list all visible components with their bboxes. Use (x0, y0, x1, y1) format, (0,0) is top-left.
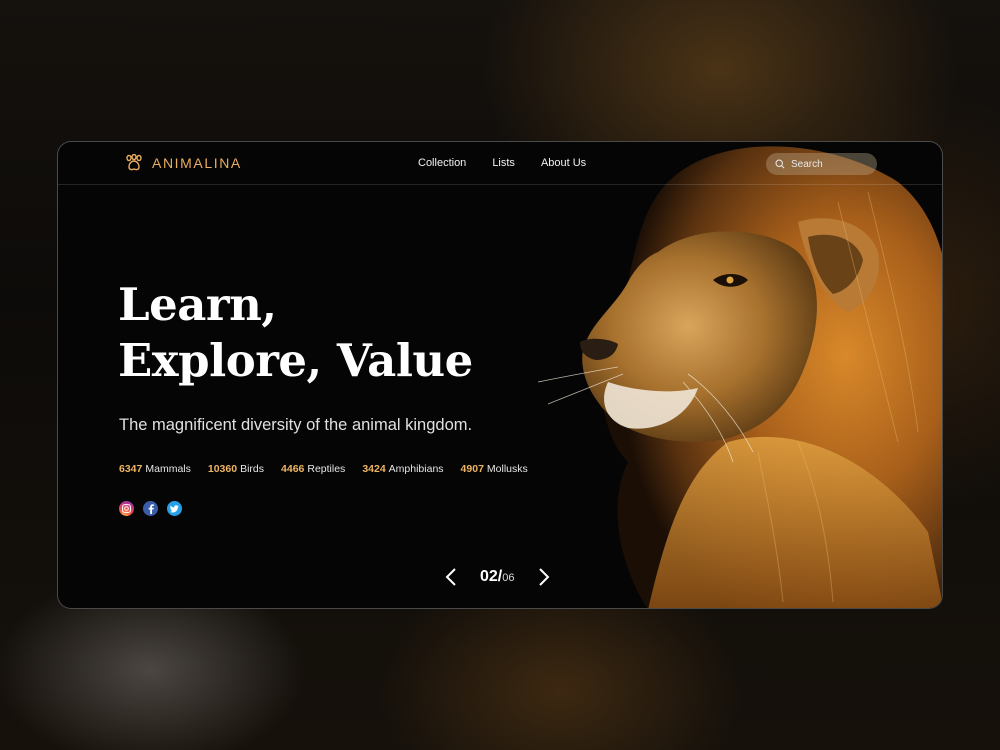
slide-counter: 02/06 (480, 568, 515, 586)
stat-count: 4907 (460, 463, 484, 475)
lion-image (537, 146, 942, 608)
stat-birds: 10360 Birds (208, 463, 264, 475)
nav-about-us[interactable]: About Us (541, 157, 586, 169)
top-navbar: ANIMALINA Collection Lists About Us (58, 142, 942, 185)
stat-label: Amphibians (388, 463, 444, 475)
paw-icon (126, 154, 142, 171)
stat-count: 3424 (362, 463, 386, 475)
stat-label: Mammals (145, 463, 191, 475)
hero-card: ANIMALINA Collection Lists About Us Lear… (57, 141, 943, 609)
slide-pager: 02/06 (444, 566, 551, 588)
nav-lists[interactable]: Lists (492, 157, 515, 169)
stat-label: Mollusks (486, 463, 528, 475)
nav-collection[interactable]: Collection (418, 157, 466, 169)
social-links (119, 501, 182, 516)
slide-current: 02/ (480, 568, 503, 585)
search-box[interactable] (766, 153, 877, 175)
search-icon (775, 159, 785, 169)
twitter-icon[interactable] (167, 501, 182, 516)
stat-reptiles: 4466 Reptiles (281, 463, 345, 475)
stat-count: 6347 (119, 463, 143, 475)
species-stats: 6347 Mammals 10360 Birds 4466 Reptiles 3424… (119, 463, 528, 475)
stat-count: 4466 (281, 463, 305, 475)
brand-logo[interactable]: ANIMALINA (124, 154, 242, 172)
headline-line-1: Learn, (118, 278, 277, 331)
instagram-icon[interactable] (119, 501, 134, 516)
hero-headline: Learn, Explore, Value (118, 277, 473, 389)
stat-label: Reptiles (307, 463, 346, 475)
brand-name: ANIMALINA (152, 155, 242, 171)
stat-count: 10360 (207, 463, 238, 475)
headline-line-2: Explore, Value (118, 334, 473, 387)
stat-mollusks: 4907 Mollusks (461, 463, 528, 475)
stat-amphibians: 3424 Amphibians (362, 463, 443, 475)
search-input[interactable] (791, 158, 871, 170)
chevron-left-icon[interactable] (444, 566, 458, 588)
stat-label: Birds (240, 463, 265, 475)
hero-subtitle: The magnificent diversity of the animal … (119, 416, 473, 434)
main-nav: Collection Lists About Us (418, 157, 586, 169)
slide-total: 06 (502, 572, 515, 584)
chevron-right-icon[interactable] (537, 566, 551, 588)
stat-mammals: 6347 Mammals (119, 463, 191, 475)
facebook-icon[interactable] (143, 501, 158, 516)
